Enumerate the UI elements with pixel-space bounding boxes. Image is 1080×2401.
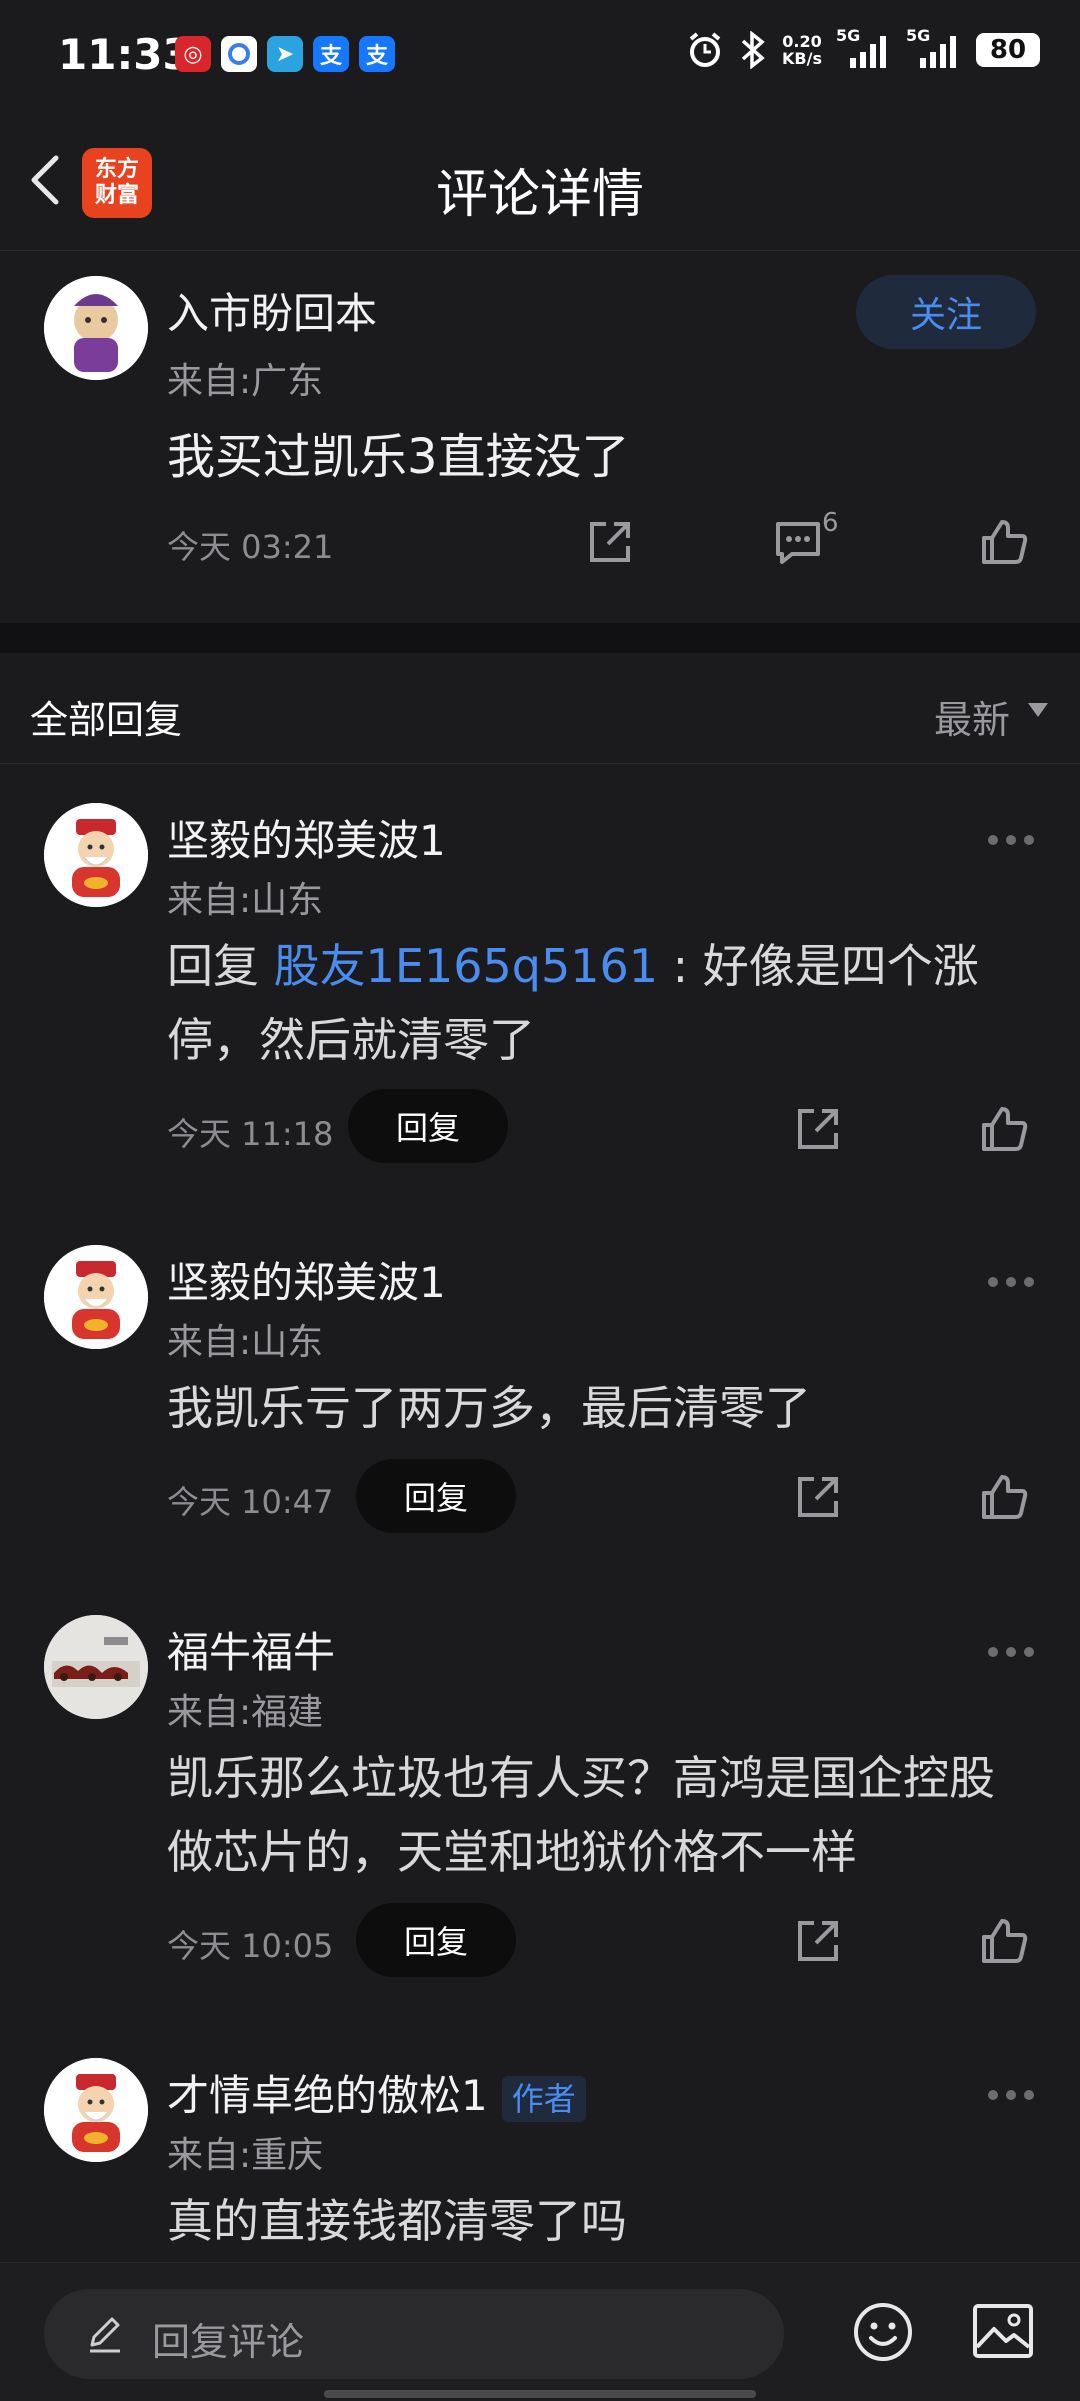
more-options-icon[interactable] [986, 833, 1036, 847]
comment-time: 今天 10:05 [167, 1927, 334, 1965]
app-icon-browser [221, 36, 257, 72]
post-content: 我买过凯乐3直接没了 [167, 429, 630, 485]
signal-5g-1: 5G [836, 26, 892, 70]
status-indicators: 0.20 KB/s 5G 5G 80 [686, 26, 1040, 70]
app-icon-zhi2: 支 [359, 36, 395, 72]
share-icon[interactable] [792, 1915, 844, 1967]
like-icon[interactable] [978, 1103, 1030, 1155]
comment-content: 凯乐那么垃圾也有人买？高鸿是国企控股做芯片的，天堂和地狱价格不一样 [167, 1751, 995, 1879]
fortune-god-avatar-icon [44, 2058, 148, 2162]
caret-down-icon[interactable] [1028, 703, 1048, 717]
main-post: 入市盼回本 来自:广东 关注 我买过凯乐3直接没了 今天 03:21 6 [0, 250, 1080, 623]
signal-label-1: 5G [836, 26, 861, 45]
sort-dropdown[interactable]: 最新 [934, 689, 1010, 744]
comment-username[interactable]: 福牛福牛 [167, 1619, 335, 1680]
post-time: 今天 03:21 [167, 528, 334, 566]
replies-title: 全部回复 [30, 698, 183, 742]
avatar[interactable] [44, 1245, 148, 1349]
avatar[interactable] [44, 803, 148, 907]
follow-button[interactable]: 关注 [856, 275, 1036, 349]
comment-icon[interactable] [772, 516, 824, 568]
bottom-reply-bar: 回复评论 [0, 2262, 1080, 2401]
net-speed-unit: KB/s [782, 49, 822, 68]
comment-content: 回复 股友1E165q5161 : 好像是四个涨停，然后就清零了 [167, 929, 1007, 1077]
comment-location: 来自:重庆 [167, 2135, 324, 2176]
share-icon[interactable] [792, 1103, 844, 1155]
comment-item: 坚毅的郑美波1 来自:山东 回复 股友1E165q5161 : 好像是四个涨停，… [0, 763, 1080, 1220]
share-icon[interactable] [792, 1471, 844, 1523]
like-icon[interactable] [978, 1471, 1030, 1523]
net-speed-value: 0.20 [782, 32, 822, 51]
author-badge: 作者 [501, 2075, 586, 2122]
fortune-god-avatar-icon [44, 1245, 148, 1349]
comment-time: 今天 10:47 [167, 1483, 334, 1521]
comment-username[interactable]: 坚毅的郑美波1 [167, 807, 446, 868]
emoji-icon[interactable] [852, 2301, 914, 2363]
signal-label-2: 5G [906, 26, 931, 45]
net-speed: 0.20 KB/s [782, 33, 822, 67]
comment-content: 真的直接钱都清零了吗 [167, 2194, 627, 2248]
share-icon[interactable] [584, 516, 636, 568]
app-icon-red: ◎ [175, 36, 211, 72]
comment-count: 6 [822, 508, 839, 538]
reply-prefix: 回复 [167, 939, 274, 993]
section-divider [0, 623, 1080, 653]
more-options-icon[interactable] [986, 1275, 1036, 1289]
app-icon-telegram: ➤ [267, 36, 303, 72]
comment-location: 来自:山东 [167, 1322, 324, 1363]
avatar[interactable] [44, 1615, 148, 1719]
more-options-icon[interactable] [986, 2088, 1036, 2102]
reply-button[interactable]: 回复 [348, 1089, 508, 1163]
signal-5g-2: 5G [906, 26, 962, 70]
username-text[interactable]: 才情卓绝的傲松1 [167, 2071, 488, 2120]
comment-location: 来自:福建 [167, 1692, 324, 1733]
reply-button[interactable]: 回复 [356, 1903, 516, 1977]
battery-indicator: 80 [976, 33, 1040, 67]
page-title: 评论详情 [435, 165, 644, 225]
home-indicator [324, 2390, 756, 2398]
alarm-icon [689, 32, 721, 67]
replies-header: 全部回复 最新 [0, 653, 1080, 764]
avatar[interactable] [44, 276, 148, 380]
app-icon-zhi1: 支 [313, 36, 349, 72]
post-username[interactable]: 入市盼回本 [167, 280, 377, 341]
comment-time: 今天 11:18 [167, 1115, 334, 1153]
like-icon[interactable] [978, 516, 1030, 568]
horse-painting-avatar-icon [44, 1615, 148, 1719]
comment-location: 来自:山东 [167, 880, 324, 921]
reply-button[interactable]: 回复 [356, 1459, 516, 1533]
avatar-icon [44, 276, 148, 380]
mention-link[interactable]: 股友1E165q5161 [274, 939, 658, 993]
pencil-icon [90, 2317, 120, 2353]
reply-input[interactable]: 回复评论 [44, 2289, 784, 2379]
notification-icons: ◎ ➤ 支 支 [175, 36, 395, 72]
post-location: 来自:广东 [167, 361, 324, 402]
comment-content: 我凯乐亏了两万多，最后清零了 [167, 1381, 811, 1435]
more-options-icon[interactable] [986, 1645, 1036, 1659]
fortune-god-avatar-icon [44, 803, 148, 907]
status-bar: 11:33 ◎ ➤ 支 支 0.20 KB/s 5G 5G 80 [0, 0, 1080, 110]
like-icon[interactable] [978, 1915, 1030, 1967]
bluetooth-icon [741, 31, 765, 69]
comment-item: 才情卓绝的傲松1 作者 来自:重庆 真的直接钱都清零了吗 [0, 2018, 1080, 2262]
comment-username: 才情卓绝的傲松1 作者 [167, 2062, 586, 2123]
nav-bar: 东方 财富 评论详情 [0, 110, 1080, 251]
avatar[interactable] [44, 2058, 148, 2162]
comment-item: 坚毅的郑美波1 来自:山东 我凯乐亏了两万多，最后清零了 今天 10:47 回复 [0, 1205, 1080, 1625]
clock: 11:33 [58, 30, 192, 79]
comment-item: 福牛福牛 来自:福建 凯乐那么垃圾也有人买？高鸿是国企控股做芯片的，天堂和地狱价… [0, 1575, 1080, 2035]
comment-username[interactable]: 坚毅的郑美波1 [167, 1249, 446, 1310]
reply-placeholder: 回复评论 [152, 2320, 305, 2364]
image-icon[interactable] [972, 2303, 1034, 2359]
